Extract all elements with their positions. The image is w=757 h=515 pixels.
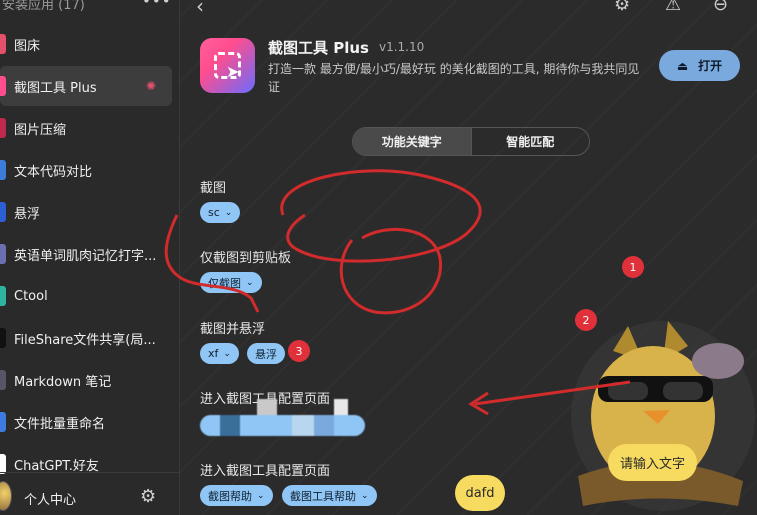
chevron-down-icon: ⌄ [224,207,233,218]
plugin-version: v1.1.10 [379,40,425,54]
sidebar-item-markdown[interactable]: Markdown 笔记 [0,360,172,400]
sidebar-item-label: 英语单词肌肉记忆打字... [14,248,157,264]
tab-group: 功能关键字 智能匹配 [352,127,590,156]
sidebar-item-fileshare[interactable]: FileShare文件共享(局... [0,318,172,358]
settings-gear-icon[interactable]: ⚙ [140,486,156,507]
active-gear-icon[interactable]: ✺ [146,79,156,93]
plugin-title: 截图工具 Plus [268,39,369,57]
app-icon [0,370,6,390]
tab-keywords[interactable]: 功能关键字 [353,128,471,155]
keyword-chip-float[interactable]: 悬浮 [247,343,285,364]
sidebar-item-label: 截图工具 Plus [14,80,97,96]
chip-label: 仅截图 [208,276,241,290]
mosaic-redaction [200,399,365,436]
annotation-marker-3[interactable]: 3 [288,340,310,362]
app-icon [0,34,6,54]
keyword-chip-help[interactable]: 截图帮助 ⌄ [200,485,273,506]
sidebar-item-label: 文件批量重命名 [14,416,106,432]
app-icon [0,244,6,264]
annotation-ellipse-large [280,169,482,263]
chevron-down-icon: ⌄ [246,277,254,288]
app-icon [0,412,6,432]
sidebar-item-tuchuang[interactable]: 图床 [0,24,172,64]
annotation-ellipse-small [339,227,443,315]
cursor-icon: ➤ [226,62,240,81]
gear-icon[interactable]: ⚙ [614,0,630,15]
plugin-logo: ➤ [200,38,255,93]
text-bubble[interactable]: dafd [455,475,505,511]
app-icon [0,454,6,474]
minus-circle-icon[interactable]: ⊖ [713,0,728,15]
chip-label: xf [208,347,219,360]
sidebar-item-label: FileShare文件共享(局... [14,332,156,348]
annotation-arrowhead [468,391,489,416]
app-icon [0,76,6,96]
keyword-chip-sc[interactable]: sc ⌄ [200,202,241,223]
chip-label: 截图帮助 [208,489,252,503]
sidebar-item-label: Ctool [14,288,48,304]
owl-sticker-image [571,321,755,511]
app-icon [0,328,6,348]
sidebar-item-float[interactable]: 悬浮 [0,192,172,232]
sidebar-item-image-compress[interactable]: 图片压缩 [0,108,172,148]
sidebar-item-batch-rename[interactable]: 文件批量重命名 [0,402,172,442]
annotation-marker-1[interactable]: 1 [622,256,644,278]
sidebar-item-label: 文本代码对比 [14,164,93,180]
avatar [0,481,12,511]
plugin-description: 打造一款 最方便/最小巧/最好玩 的美化截图的工具, 期待你与我共同见证 [268,62,640,94]
section-title: 仅截图到剪贴板 [200,251,292,266]
sidebar: 安装应用 (17) ••• 图床 截图工具 Plus ✺ 图片压缩 文本代码对比… [0,0,180,515]
sidebar-item-label: 图床 [14,38,41,54]
chip-label: 截图工具帮助 [290,489,356,503]
app-icon [0,118,6,138]
sidebar-header: 安装应用 (17) [2,0,85,13]
open-button-label: 打开 [698,59,723,73]
keyword-chip-tool-help[interactable]: 截图工具帮助 ⌄ [282,485,377,506]
section-title: 截图 [200,181,227,196]
app-window: 安装应用 (17) ••• 图床 截图工具 Plus ✺ 图片压缩 文本代码对比… [0,0,757,515]
text-input-sticker[interactable]: 请输入文字 [608,444,697,481]
sidebar-item-label: 图片压缩 [14,122,67,138]
sidebar-item-label: Markdown 笔记 [14,374,112,390]
sidebar-footer[interactable]: 个人中心 ⚙ [0,472,180,515]
sidebar-item-label: ChatGPT.好友 [14,458,99,474]
more-icon[interactable]: ••• [142,0,172,10]
eject-icon: ⏏ [676,58,689,73]
chevron-down-icon: ⌄ [361,490,369,501]
open-button[interactable]: ⏏ 打开 [659,50,740,81]
sidebar-item-ctool[interactable]: Ctool [0,276,172,316]
chevron-down-icon: ⌄ [257,490,265,501]
keyword-chip-xf[interactable]: xf ⌄ [200,343,239,364]
section-title: 进入截图工具配置页面 [200,464,331,479]
annotation-marker-2[interactable]: 2 [575,309,597,331]
warning-icon[interactable]: ⚠ [665,0,681,15]
tab-smart-match[interactable]: 智能匹配 [470,128,590,155]
sidebar-item-label: 悬浮 [14,206,41,222]
chip-label: sc [208,206,220,219]
app-icon [0,202,6,222]
chip-label: 悬浮 [255,347,277,361]
sidebar-item-text-diff[interactable]: 文本代码对比 [0,150,172,190]
sidebar-item-screenshot-plus[interactable]: 截图工具 Plus ✺ [0,66,172,106]
app-icon [0,160,6,180]
chevron-left-icon[interactable]: ‹ [196,0,204,18]
section-title: 截图并悬浮 [200,322,266,337]
chevron-down-icon: ⌄ [223,348,231,359]
sidebar-item-english-typing[interactable]: 英语单词肌肉记忆打字... [0,234,172,274]
user-center-label: 个人中心 [24,493,77,508]
app-icon [0,286,6,306]
keyword-chip-copy[interactable]: 仅截图 ⌄ [200,272,262,293]
